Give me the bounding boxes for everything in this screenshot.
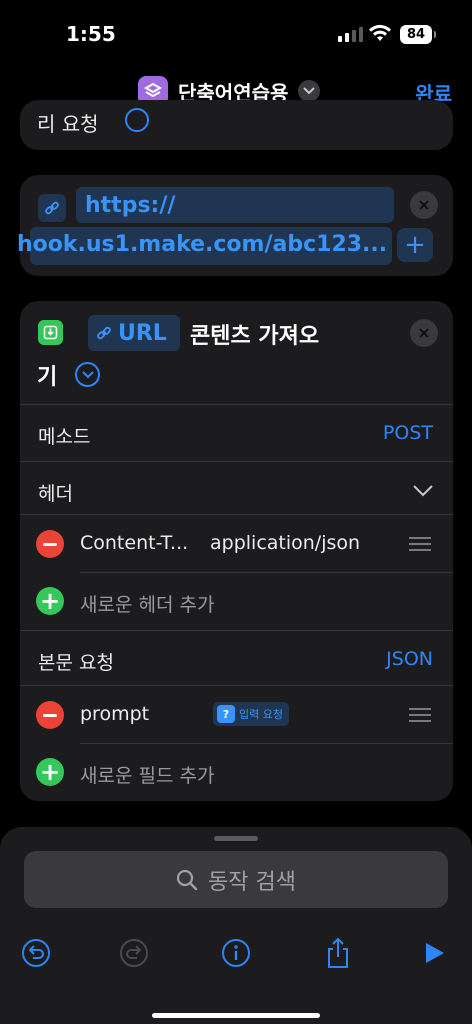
field-key[interactable]: prompt (80, 703, 149, 725)
action-title-part1: 콘텐츠 가져오 (190, 324, 320, 349)
request-body-label: 본문 요청 (38, 652, 114, 674)
action-search-sheet: 동작 검색 (0, 827, 472, 1024)
drag-handle-icon[interactable] (409, 708, 431, 726)
undo-icon[interactable] (20, 937, 52, 969)
header-key[interactable]: Content-T... (80, 532, 188, 554)
remove-field-button[interactable] (36, 701, 64, 729)
ask-each-time-token[interactable]: ? 입력 요청 (213, 702, 289, 726)
url-text-line2[interactable]: hook.us1.make.com/abc123... (17, 232, 387, 257)
previous-action-card: 리 요청 (20, 100, 453, 150)
add-field-label: 새로운 필드 추가 (80, 765, 215, 787)
body-field-row[interactable]: prompt ? 입력 요청 (20, 685, 453, 743)
run-play-icon[interactable] (418, 937, 450, 969)
wifi-icon (369, 24, 391, 41)
header-item-row[interactable]: Content-T... application/json (20, 514, 453, 572)
url-text-line1[interactable]: https:// (85, 193, 175, 218)
url-token-label: URL (118, 320, 167, 346)
info-icon[interactable] (220, 937, 252, 969)
status-time: 1:55 (66, 22, 116, 46)
url-variable-token[interactable]: URL (88, 315, 180, 351)
chevron-down-icon[interactable] (298, 80, 321, 102)
remove-header-button[interactable] (36, 530, 64, 558)
method-label: 메소드 (38, 426, 91, 448)
add-header-button[interactable]: + (36, 587, 64, 615)
get-contents-action-card: URL 콘텐츠 가져오 기 메소드 POST 헤더 Content-T... a… (20, 301, 453, 801)
chevron-circle-icon[interactable] (125, 108, 149, 132)
search-icon (176, 869, 198, 890)
url-action-card[interactable]: + (20, 175, 453, 276)
expand-chevron-icon[interactable] (75, 362, 100, 387)
search-placeholder: 동작 검색 (208, 869, 296, 895)
sheet-grabber[interactable] (214, 836, 258, 841)
battery-icon: 84 (400, 25, 436, 44)
headers-label: 헤더 (38, 483, 73, 505)
add-header-row[interactable]: 새로운 헤더 추가 (80, 572, 453, 629)
add-field-row[interactable]: 새로운 필드 추가 (80, 743, 453, 800)
action-search-input[interactable]: 동작 검색 (24, 851, 448, 908)
download-icon (38, 320, 63, 345)
chevron-down-icon[interactable] (413, 485, 433, 497)
request-body-row[interactable]: 본문 요청 JSON (20, 630, 453, 685)
link-icon (38, 194, 66, 222)
headers-row[interactable]: 헤더 (20, 461, 453, 518)
header-value[interactable]: application/json (210, 532, 360, 554)
status-bar: 1:55 84 (0, 0, 472, 70)
drag-handle-icon[interactable] (409, 537, 431, 555)
remove-action-icon[interactable] (410, 191, 438, 219)
action-title-part2: 기 (37, 365, 58, 390)
add-variable-button[interactable]: + (397, 228, 433, 262)
ask-icon: ? (217, 705, 235, 723)
home-indicator (152, 1013, 320, 1018)
request-body-value[interactable]: JSON (386, 648, 433, 670)
link-icon (97, 326, 111, 340)
ask-label: 입력 요청 (239, 708, 283, 721)
add-header-label: 새로운 헤더 추가 (80, 594, 215, 616)
redo-icon[interactable] (118, 937, 150, 969)
share-icon[interactable] (322, 937, 354, 969)
method-value[interactable]: POST (383, 422, 433, 444)
previous-action-label: 리 요청 (37, 112, 99, 136)
cellular-signal-icon (338, 26, 363, 42)
remove-action-icon[interactable] (410, 319, 438, 347)
add-field-button[interactable]: + (36, 758, 64, 786)
method-row[interactable]: 메소드 POST (20, 404, 453, 461)
